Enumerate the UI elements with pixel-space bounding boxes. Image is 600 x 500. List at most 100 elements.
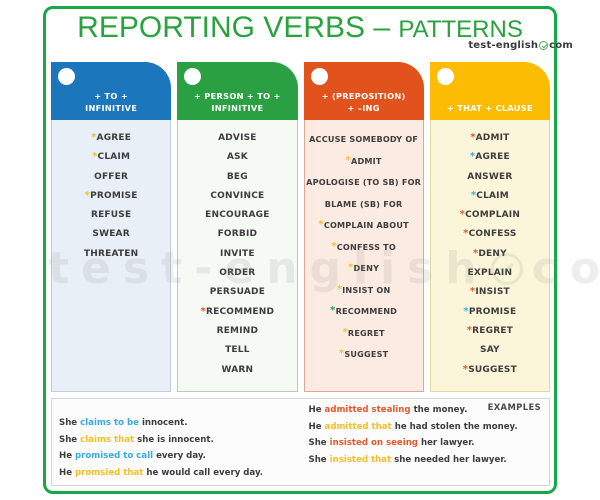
asterisk-marker-blue: * [470, 189, 477, 201]
column-word-list-person-to-infinitive: ADVISE ASK BEG CONVINCE ENCOURAGE FORBID INVIT… [177, 120, 298, 392]
verb-item: *REGRET [305, 323, 423, 345]
verb-label: AGREE [96, 133, 132, 143]
column-header-to-infinitive: + TO + INFINITIVE [51, 62, 172, 120]
verb-label: CONFESS [468, 229, 517, 240]
verb-item: *COMPLAIN [431, 206, 549, 225]
verb-label: REFUSE [90, 210, 132, 221]
verb-label: CLAIM [476, 190, 509, 201]
site-logo: test-english com [468, 40, 573, 51]
verb-item: ACCUSE SOMEBODY OF [305, 129, 423, 151]
verb-item: *ADMIT [431, 129, 549, 148]
circle-bullet-icon [310, 68, 328, 85]
verb-item: *COMPLAIN ABOUT [305, 215, 423, 237]
asterisk-marker-yellow: * [318, 219, 324, 230]
verb-item: BEG [178, 168, 296, 187]
verb-label: SWEAR [92, 229, 130, 240]
asterisk-marker-yellow: * [336, 283, 343, 295]
example-sentence: He promsied that he would call every day… [59, 465, 301, 482]
verb-label: ENCOURAGE [205, 210, 270, 221]
verb-item: *ADMIT [305, 151, 423, 173]
verb-item: ENCOURAGE [178, 206, 296, 225]
verb-item: OFFER [52, 168, 170, 187]
logo-tld: com [549, 40, 573, 51]
example-text: She [308, 454, 330, 465]
example-text: He [308, 405, 325, 415]
example-text: He [59, 467, 76, 478]
example-text: He [308, 421, 325, 432]
column-word-list-preposition-ing: ACCUSE SOMEBODY OF *ADMIT APOLOGISE (TO SB… [303, 120, 424, 392]
column-header-line2: INFINITIVE [211, 103, 264, 113]
example-highlight-yellow: claims that [80, 434, 135, 445]
example-highlight-yellow: insisted that [329, 454, 392, 465]
examples-panel: She claims to be innocent. She claims tha… [51, 398, 550, 486]
example-highlight-blue: claims to be [80, 418, 139, 428]
verb-item: *CLAIM [431, 187, 549, 206]
column-header-line2: + –ING [347, 103, 380, 113]
example-highlight-blue: promised to call [75, 451, 154, 462]
circle-bullet-icon [436, 68, 454, 85]
verb-item: *PROMISE [431, 303, 549, 322]
verb-label: COMPLAIN [465, 210, 521, 221]
circle-bullet-icon [184, 68, 202, 85]
verb-item: SAY [431, 341, 549, 360]
verb-item: *CONFESS TO [305, 237, 423, 259]
verb-label: SUGGEST [468, 364, 517, 375]
verb-label: ACCUSE SOMEBODY OF [309, 134, 419, 144]
verb-label: ADVISE [218, 133, 257, 143]
example-sentence: She claims that she is innocent. [59, 432, 301, 449]
verb-label: OFFER [94, 171, 129, 182]
verb-label: DENY [478, 248, 507, 259]
example-text: She [59, 418, 81, 428]
logo-name: test-english [468, 40, 539, 51]
examples-right-column: EXAMPLES He admitted stealing the money.… [301, 399, 550, 485]
verb-item: TELL [178, 341, 296, 360]
example-sentence: She insisted that she needed her lawyer. [309, 452, 550, 469]
verb-label: INVITE [220, 248, 255, 259]
verb-label: CONFESS TO [336, 241, 396, 252]
verb-item: ADVISE [178, 129, 296, 148]
verb-label: BLAME (SB) FOR [324, 198, 403, 209]
example-text: She [308, 438, 330, 449]
asterisk-marker-green: * [330, 305, 336, 316]
circle-bullet-icon [58, 68, 75, 85]
verb-item: *INSIST ON [305, 280, 423, 302]
column-header-label: + PERSON + TO + INFINITIVE [177, 90, 297, 114]
example-text: the money. [410, 405, 468, 415]
verb-item: ASK [178, 148, 296, 167]
verb-item: *CLAIM [52, 148, 170, 167]
asterisk-marker-yellow: * [338, 348, 345, 359]
column-word-list-to-infinitive: *AGREE *CLAIM OFFER *PROMISE REFUSE SWEAR THRE… [51, 120, 172, 392]
verb-item: *REGRET [431, 322, 549, 341]
pattern-column-to-infinitive: + TO + INFINITIVE *AGREE *CLAIM OFFER *PROMIS… [51, 62, 172, 392]
asterisk-marker-orange: * [466, 324, 473, 336]
verb-item: APOLOGISE (TO SB) FOR [305, 172, 423, 194]
column-header-line1: + THAT + CLAUSE [446, 103, 533, 113]
verb-label: APOLOGISE (TO SB) FOR [306, 177, 422, 187]
verb-item: BLAME (SB) FOR [305, 194, 423, 216]
verb-label: CONVINCE [210, 190, 265, 201]
verb-label: AGREE [475, 152, 510, 163]
column-header-line2: INFINITIVE [85, 103, 138, 113]
example-text: he would call every day. [143, 467, 264, 478]
verb-label: ADMIT [475, 133, 510, 143]
verb-label: THREATEN [83, 248, 139, 259]
title-sub: PATTERNS [398, 16, 523, 43]
example-text: she is innocent. [134, 434, 214, 445]
example-text: every day. [153, 451, 206, 462]
asterisk-marker-yellow: * [342, 326, 348, 338]
column-header-line1: + (PREPOSITION) [321, 91, 406, 101]
example-highlight-red: insisted on seeing [329, 438, 418, 449]
verb-item: *PROMISE [52, 187, 170, 206]
verb-item: REMIND [178, 322, 296, 341]
column-header-line1: + PERSON + TO + [194, 91, 281, 101]
verb-label: ASK [226, 152, 248, 163]
pattern-column-preposition-ing: + (PREPOSITION) + –ING ACCUSE SOMEBODY OF *… [303, 62, 424, 392]
example-text: he had stolen the money. [391, 421, 518, 432]
example-text: He [59, 451, 76, 462]
example-highlight-yellow: promsied that [75, 467, 144, 478]
column-header-label: + TO + INFINITIVE [51, 90, 171, 114]
asterisk-marker-yellow: * [331, 240, 337, 252]
verb-label: PROMISE [90, 190, 138, 201]
verb-label: INSIST [475, 287, 510, 298]
verb-label: RECOMMEND [205, 306, 275, 317]
